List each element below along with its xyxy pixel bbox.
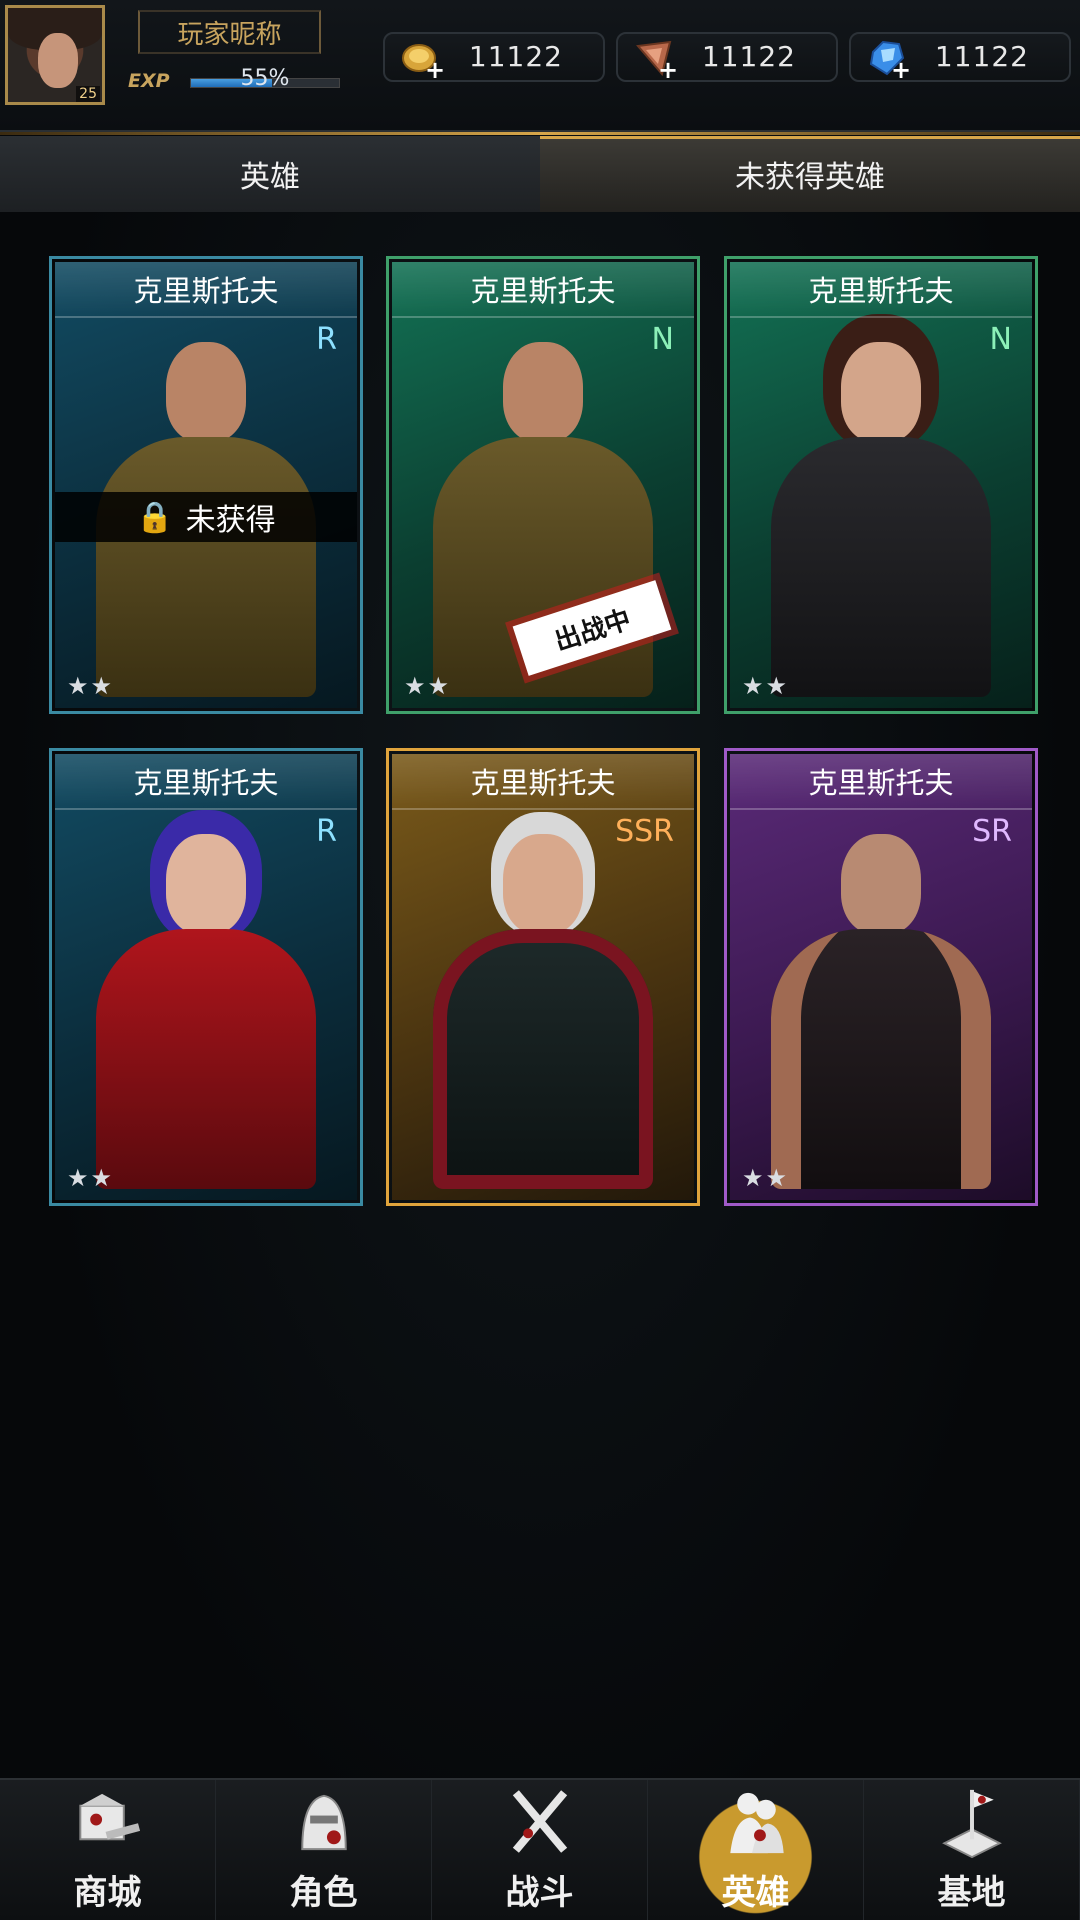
hero-stars: ★★ <box>742 1164 790 1192</box>
tab-heroes[interactable]: 英雄 <box>0 136 540 212</box>
hero-card[interactable]: 克里斯托夫 N ★★ <box>724 256 1038 714</box>
nav-heroes[interactable]: 英雄 <box>648 1780 864 1920</box>
nav-character[interactable]: 角色 <box>216 1780 432 1920</box>
hero-card[interactable]: 克里斯托夫 N 出战中 ★★ <box>386 256 700 714</box>
hero-portrait <box>761 342 1001 697</box>
hero-tabs: 英雄 未获得英雄 <box>0 136 1080 212</box>
diamond-value: 11122 <box>934 40 1029 73</box>
hero-rarity: N <box>989 322 1012 357</box>
header-divider <box>0 132 1080 135</box>
gold-value: 11122 <box>468 40 563 73</box>
player-nickname: 玩家昵称 <box>177 19 282 50</box>
resource-gold[interactable]: + 11122 <box>383 32 605 82</box>
player-avatar[interactable]: 25 <box>5 5 105 105</box>
bottom-nav: 商城 角色 战斗 英雄 基地 <box>0 1778 1080 1920</box>
hero-rarity: R <box>316 322 337 357</box>
resource-diamond[interactable]: + 11122 <box>849 32 1071 82</box>
hero-name: 克里斯托夫 <box>55 754 357 810</box>
crossed-rifles-icon <box>512 1790 567 1853</box>
shop-icon <box>78 1793 140 1841</box>
hero-portrait <box>423 834 663 1189</box>
locked-banner: 🔒 未获得 <box>55 492 357 542</box>
resource-ticket[interactable]: + 11122 <box>616 32 838 82</box>
locked-label: 未获得 <box>185 503 276 538</box>
lock-icon: 🔒 <box>136 499 174 535</box>
hero-name: 克里斯托夫 <box>730 754 1032 810</box>
nav-shop-label: 商城 <box>73 1873 142 1913</box>
hero-rarity: N <box>651 322 674 357</box>
add-diamond-icon[interactable]: + <box>891 58 911 82</box>
hero-portrait <box>761 834 1001 1189</box>
nav-base[interactable]: 基地 <box>864 1780 1080 1920</box>
hero-name: 克里斯托夫 <box>730 262 1032 318</box>
character-icon <box>300 1794 347 1851</box>
nav-heroes-label: 英雄 <box>721 1873 790 1913</box>
hero-stars: ★★ <box>742 672 790 700</box>
ticket-value: 11122 <box>701 40 796 73</box>
exp-label: EXP <box>128 70 170 92</box>
hero-stars: ★★ <box>67 1164 115 1192</box>
hero-portrait <box>86 834 326 1189</box>
top-bar: 25 玩家昵称 EXP 55% + 11122 + 11122 + 11122 <box>0 0 1080 132</box>
hero-card[interactable]: 克里斯托夫 R 🔒 未获得 ★★ <box>49 256 363 714</box>
add-ticket-icon[interactable]: + <box>658 58 678 82</box>
nav-character-label: 角色 <box>289 1873 358 1913</box>
hero-card[interactable]: 克里斯托夫 SSR <box>386 748 700 1206</box>
hero-card[interactable]: 克里斯托夫 SR ★★ <box>724 748 1038 1206</box>
nickname-box[interactable]: 玩家昵称 <box>138 10 321 54</box>
hero-name: 克里斯托夫 <box>392 754 694 810</box>
add-gold-icon[interactable]: + <box>425 58 445 82</box>
hero-rarity: SR <box>972 814 1012 849</box>
hero-rarity: SSR <box>615 814 674 849</box>
nav-base-label: 基地 <box>937 1873 1006 1913</box>
exp-percent: 55% <box>240 66 290 91</box>
nav-battle[interactable]: 战斗 <box>432 1780 648 1920</box>
base-flag-icon <box>941 1789 1002 1859</box>
nav-battle-label: 战斗 <box>505 1873 574 1913</box>
hero-stars: ★★ <box>67 672 115 700</box>
hero-stars: ★★ <box>404 672 452 700</box>
hero-name: 克里斯托夫 <box>392 262 694 318</box>
player-level: 25 <box>76 86 100 102</box>
nav-shop[interactable]: 商城 <box>0 1780 216 1920</box>
hero-rarity: R <box>316 814 337 849</box>
hero-name: 克里斯托夫 <box>55 262 357 318</box>
hero-card[interactable]: 克里斯托夫 R ★★ <box>49 748 363 1206</box>
tab-unowned-heroes[interactable]: 未获得英雄 <box>540 136 1080 212</box>
heroes-icon <box>729 1792 784 1854</box>
